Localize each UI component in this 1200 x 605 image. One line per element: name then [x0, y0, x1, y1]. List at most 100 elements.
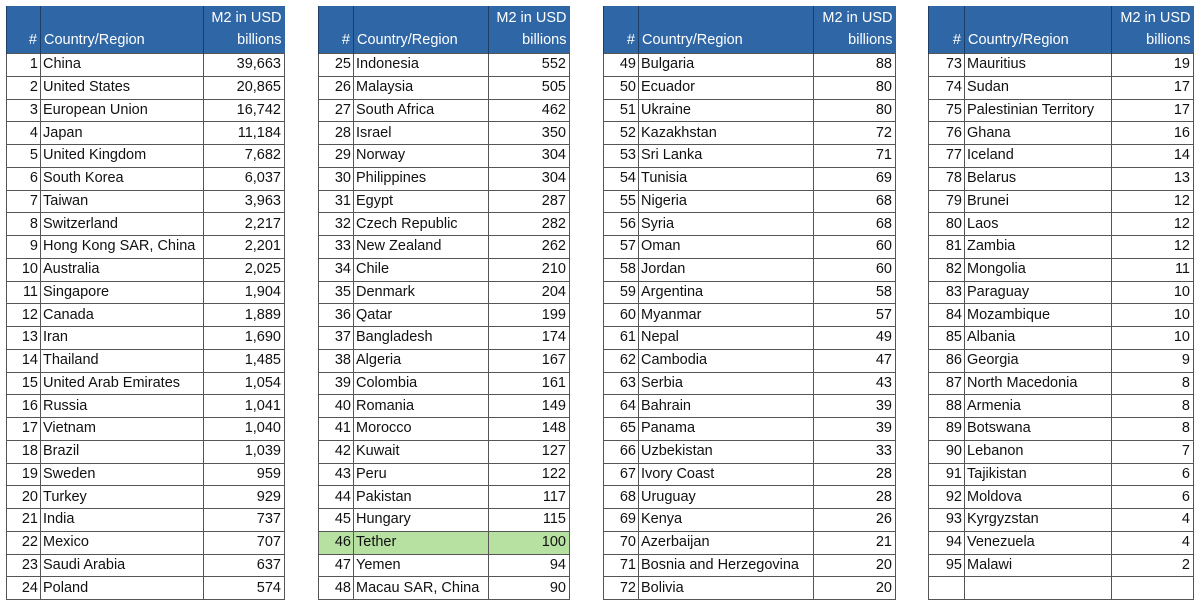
m2-value-cell: 60	[813, 235, 896, 259]
table-row: 92 Moldova 6	[928, 485, 1194, 509]
rank-cell: 19	[6, 462, 41, 487]
table-row: 60 Myanmar 57	[603, 303, 896, 327]
header-rank: #	[603, 6, 639, 54]
m2-value-cell: 1,485	[203, 348, 285, 373]
country-cell: Paraguay	[964, 280, 1112, 305]
rank-cell: 71	[603, 553, 639, 578]
header-m2-line2: billions	[1146, 32, 1191, 48]
country-cell: Tether	[353, 530, 489, 555]
country-cell: Hungary	[353, 508, 489, 532]
table-row: 78 Belarus 13	[928, 166, 1194, 191]
m2-value-cell: 737	[203, 508, 285, 532]
m2-value-cell: 350	[488, 121, 570, 145]
rank-cell: 53	[603, 144, 639, 168]
country-cell: Morocco	[353, 417, 489, 441]
rank-cell: 57	[603, 235, 639, 259]
table-row: 93 Kyrgyzstan 4	[928, 508, 1194, 532]
country-cell: Albania	[964, 326, 1112, 350]
table-row: 19 Sweden 959	[6, 462, 285, 487]
m2-value-cell: 552	[488, 53, 570, 77]
m2-value-cell: 12	[1111, 212, 1194, 236]
m2-value-cell: 90	[488, 576, 570, 600]
rank-cell: 32	[318, 212, 354, 236]
rank-cell: 13	[6, 326, 41, 350]
rank-cell: 79	[928, 189, 965, 214]
m2-value-cell: 3,963	[203, 189, 285, 214]
m2-value-cell: 39,663	[203, 53, 285, 77]
table-row: 15 United Arab Emirates 1,054	[6, 371, 285, 396]
m2-table-2: # Country/Region M2 in USD billions 25 Indone…	[318, 6, 570, 600]
rank-cell: 40	[318, 394, 354, 418]
table-row: 13 Iran 1,690	[6, 326, 285, 350]
m2-table-1: # Country/Region M2 in USD billions 1 China 39…	[6, 6, 285, 600]
m2-value-cell: 115	[488, 508, 570, 532]
m2-value-cell: 6	[1111, 485, 1194, 509]
country-cell: Oman	[638, 235, 814, 259]
rank-cell: 9	[6, 235, 41, 259]
m2-value-cell: 9	[1111, 348, 1194, 373]
m2-value-cell: 287	[488, 189, 570, 214]
m2-value-cell: 1,904	[203, 280, 285, 305]
country-cell: Qatar	[353, 303, 489, 327]
country-cell: Nepal	[638, 326, 814, 350]
country-cell: Mongolia	[964, 257, 1112, 282]
table-row: 36 Qatar 199	[318, 303, 570, 327]
country-cell: Yemen	[353, 553, 489, 578]
country-cell: Mozambique	[964, 303, 1112, 327]
m2-table-3: # Country/Region M2 in USD billions 49 Bulgar…	[603, 6, 896, 600]
country-cell: Cambodia	[638, 348, 814, 373]
country-cell: Iran	[40, 326, 204, 350]
table-row: 59 Argentina 58	[603, 280, 896, 305]
m2-value-cell: 8	[1111, 394, 1194, 418]
country-cell: Ghana	[964, 121, 1112, 145]
country-cell: Mauritius	[964, 53, 1112, 77]
country-cell: Mexico	[40, 530, 204, 555]
rank-cell: 75	[928, 98, 965, 123]
rank-cell: 62	[603, 348, 639, 373]
country-cell: Sudan	[964, 75, 1112, 100]
rank-cell: 93	[928, 508, 965, 532]
table-row: 84 Mozambique 10	[928, 303, 1194, 327]
country-cell: European Union	[40, 98, 204, 123]
rank-cell: 27	[318, 98, 354, 123]
rank-cell: 29	[318, 144, 354, 168]
rank-cell: 41	[318, 417, 354, 441]
table-row: 39 Colombia 161	[318, 371, 570, 396]
country-cell: Thailand	[40, 348, 204, 373]
rank-cell: 64	[603, 394, 639, 418]
m2-value-cell: 637	[203, 553, 285, 578]
table-row: 10 Australia 2,025	[6, 257, 285, 282]
table-row: 86 Georgia 9	[928, 348, 1194, 373]
country-cell: Nigeria	[638, 189, 814, 214]
rank-cell: 87	[928, 371, 965, 396]
table-row: 48 Macau SAR, China 90	[318, 576, 570, 600]
country-cell: Taiwan	[40, 189, 204, 214]
m2-value-cell: 161	[488, 371, 570, 396]
m2-value-cell: 8	[1111, 371, 1194, 396]
table-row: 46 Tether 100	[318, 530, 570, 555]
rank-cell: 37	[318, 326, 354, 350]
m2-value-cell: 10	[1111, 326, 1194, 350]
rank-cell: 10	[6, 257, 41, 282]
table-row: 42 Kuwait 127	[318, 439, 570, 464]
m2-value-cell: 462	[488, 98, 570, 123]
m2-value-cell: 26	[813, 508, 896, 532]
header-row: # Country/Region M2 in USD billions	[6, 6, 285, 54]
country-cell: Azerbaijan	[638, 530, 814, 555]
rank-cell: 89	[928, 417, 965, 441]
country-cell: Israel	[353, 121, 489, 145]
m2-value-cell: 959	[203, 462, 285, 487]
m2-value-cell: 174	[488, 326, 570, 350]
country-cell: Vietnam	[40, 417, 204, 441]
header-m2: M2 in USD billions	[813, 6, 896, 54]
table-row: 9 Hong Kong SAR, China 2,201	[6, 235, 285, 259]
m2-value-cell: 148	[488, 417, 570, 441]
header-rank: #	[6, 6, 41, 54]
m2-value-cell: 49	[813, 326, 896, 350]
country-cell: Ivory Coast	[638, 462, 814, 487]
table-row: 64 Bahrain 39	[603, 394, 896, 418]
m2-value-cell: 1,690	[203, 326, 285, 350]
table-row: 23 Saudi Arabia 637	[6, 553, 285, 578]
table-row: 31 Egypt 287	[318, 189, 570, 214]
rank-cell: 52	[603, 121, 639, 145]
